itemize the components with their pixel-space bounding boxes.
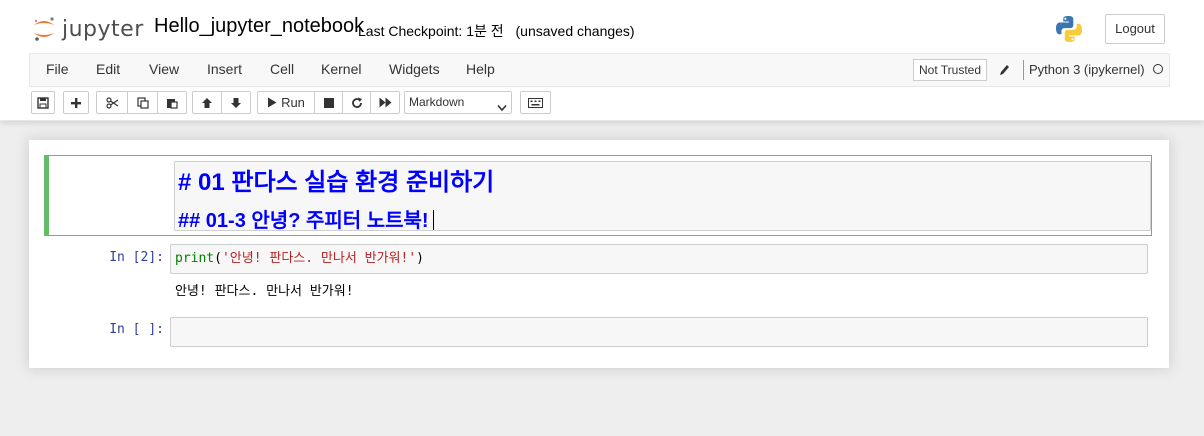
copy-button[interactable] [127,91,157,114]
stop-icon [323,97,334,108]
notebook-container: # 01 판다스 실습 환경 준비하기 ## 01-3 안녕? 주피터 노트북!… [29,140,1169,368]
notebook-name[interactable]: Hello_jupyter_notebook [154,15,364,38]
checkpoint-label: Last Checkpoint: [358,23,463,39]
code-cell-input[interactable]: print('안녕! 판다스. 만나서 반가워!') [170,244,1148,274]
menu-help[interactable]: Help [466,54,495,86]
menu-kernel[interactable]: Kernel [321,54,361,86]
empty-code-cell-input[interactable] [170,317,1148,347]
jupyter-logo-icon [32,13,56,45]
menu-view[interactable]: View [149,54,179,86]
restart-run-all-button[interactable] [370,91,400,114]
markdown-heading-2: ## 01-3 안녕? 주피터 노트북! [178,204,434,233]
fast-forward-icon [379,97,392,108]
trust-notebook-button[interactable]: Not Trusted [913,59,988,81]
cut-icon [105,96,119,109]
markdown-editor[interactable]: # 01 판다스 실습 환경 준비하기 ## 01-3 안녕? 주피터 노트북! [174,161,1151,233]
checkpoint-time: 1분 전 [466,23,504,39]
save-icon [37,96,49,109]
paste-icon [166,97,178,109]
text-cursor [432,210,434,230]
run-label: Run [281,95,305,110]
input-prompt: In [ ]: [109,322,164,337]
menu-file[interactable]: File [46,54,69,86]
cell-output: 안녕! 판다스. 만나서 반가워! [175,284,354,299]
cell-type-value: Markdown [409,95,465,109]
code-string: '안녕! 판다스. 만나서 반가워!' [221,251,417,266]
code-paren: ( [214,251,222,266]
chevron-down-icon [497,98,507,119]
jupyter-logo[interactable]: jupyter [32,13,144,45]
restart-icon [351,97,363,109]
menu-widgets[interactable]: Widgets [389,54,440,86]
move-down-button[interactable] [221,91,251,114]
arrow-up-icon [201,97,213,109]
input-prompt: In [2]: [109,250,164,265]
interrupt-kernel-button[interactable] [314,91,342,114]
menu-edit[interactable]: Edit [96,54,120,86]
markdown-heading-1: # 01 판다스 실습 환경 준비하기 [178,169,495,196]
jupyter-logo-text: jupyter [62,16,144,42]
cell-type-select[interactable]: Markdown [404,91,512,114]
python-logo-icon [1054,14,1084,44]
command-palette-button[interactable] [520,91,551,114]
markdown-cell[interactable]: # 01 판다스 실습 환경 준비하기 ## 01-3 안녕? 주피터 노트북! [44,155,1152,236]
kernel-name[interactable]: Python 3 (ipykernel) [1023,60,1145,80]
kernel-idle-indicator-icon [1153,64,1163,74]
arrow-down-icon [230,97,242,109]
plus-icon [70,97,82,109]
pencil-icon[interactable] [998,63,1010,77]
copy-icon [136,96,149,109]
markdown-heading-2-text: ## 01-3 안녕? 주피터 노트북! [178,210,429,232]
move-up-button[interactable] [192,91,221,114]
checkpoint-status: Last Checkpoint: 1분 전 (unsaved changes) [358,21,635,41]
paste-button[interactable] [157,91,187,114]
code-builtin: print [175,251,215,266]
unsaved-status: (unsaved changes) [515,23,635,39]
run-button[interactable]: Run [257,91,314,114]
cut-button[interactable] [96,91,127,114]
play-icon [267,97,277,108]
keyboard-icon [528,97,543,108]
code-paren: ) [416,251,424,266]
restart-kernel-button[interactable] [342,91,370,114]
menu-insert[interactable]: Insert [207,54,242,86]
logout-button[interactable]: Logout [1105,14,1165,44]
menubar: File Edit View Insert Cell Kernel Widget… [29,53,1170,87]
insert-cell-button[interactable] [63,91,89,114]
menu-cell[interactable]: Cell [270,54,294,86]
save-button[interactable] [31,91,55,114]
